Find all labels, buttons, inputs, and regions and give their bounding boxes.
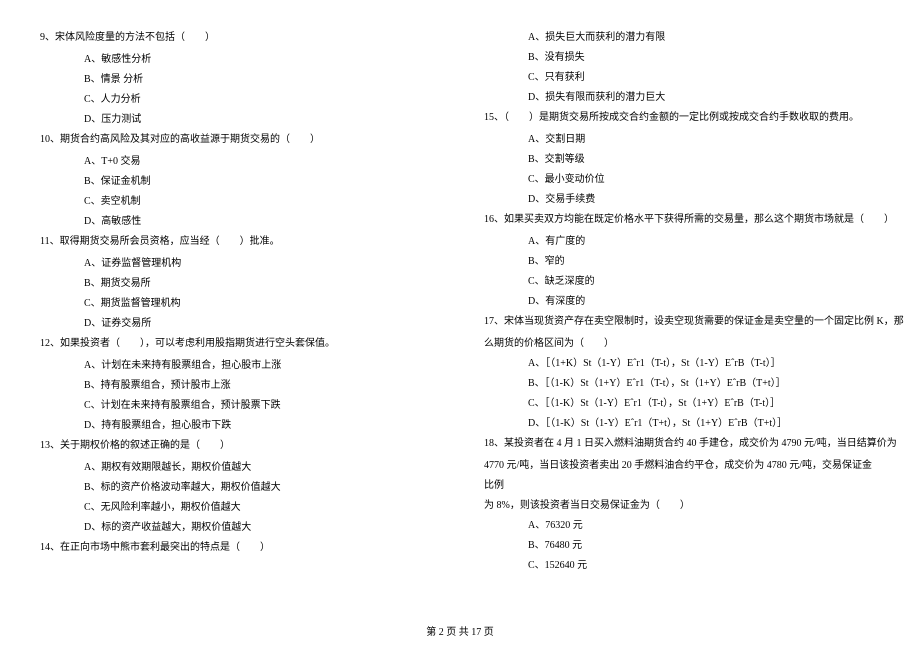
option-text: D、持有股票组合，担心股市下跌 — [40, 416, 436, 436]
option-text: A、计划在未来持有股票组合，担心股市上涨 — [40, 356, 436, 376]
question-text: 10、期货合约高风险及其对应的高收益源于期货交易的（ ） — [40, 130, 436, 150]
option-text: B、标的资产价格波动率越大，期权价值越大 — [40, 478, 436, 498]
option-text: D、标的资产收益越大，期权价值越大 — [40, 518, 436, 538]
option-text: A、有广度的 — [484, 232, 880, 252]
option-text: C、卖空机制 — [40, 192, 436, 212]
option-text: C、计划在未来持有股票组合，预计股票下跌 — [40, 396, 436, 416]
option-text: B、76480 元 — [484, 536, 880, 556]
option-text: D、交易手续费 — [484, 190, 880, 210]
question-text: 11、取得期货交易所会员资格，应当经（ ）批准。 — [40, 232, 436, 252]
question-text: 15、（ ）是期货交易所按成交合约金额的一定比例或按成交合约手数收取的费用。 — [484, 108, 880, 128]
option-text: C、无风险利率越小，期权价值越大 — [40, 498, 436, 518]
option-text: D、高敏感性 — [40, 212, 436, 232]
question-text: 12、如果投资者（ ），可以考虑利用股指期货进行空头套保值。 — [40, 334, 436, 354]
continuation-text: 为 8%，则该投资者当日交易保证金为（ ） — [484, 496, 880, 516]
question-text: 16、如果买卖双方均能在既定价格水平下获得所需的交易量，那么这个期货市场就是（ … — [484, 210, 880, 230]
option-text: B、窄的 — [484, 252, 880, 272]
option-text: B、保证金机制 — [40, 172, 436, 192]
option-text: A、证券监督管理机构 — [40, 254, 436, 274]
option-text: A、［（1+K）St（1-Y）Eˆr1（T-t），St（1-Y）EˆrB（T-t… — [484, 354, 880, 374]
option-text: C、152640 元 — [484, 556, 880, 576]
option-text: C、最小变动价位 — [484, 170, 880, 190]
right-column: A、损失巨大而获利的潜力有限B、没有损失C、只有获利D、损失有限而获利的潜力巨大… — [484, 28, 880, 576]
option-text: C、只有获利 — [484, 68, 880, 88]
option-text: B、［（1-K）St（1+Y）Eˆr1（T-t），St（1+Y）EˆrB（T+t… — [484, 374, 880, 394]
option-text: B、没有损失 — [484, 48, 880, 68]
option-text: D、压力测试 — [40, 110, 436, 130]
option-text: C、人力分析 — [40, 90, 436, 110]
option-text: D、损失有限而获利的潜力巨大 — [484, 88, 880, 108]
option-text: A、交割日期 — [484, 130, 880, 150]
continuation-text: 4770 元/吨，当日该投资者卖出 20 手燃料油合约平仓，成交价为 4780 … — [484, 456, 880, 496]
option-text: C、期货监督管理机构 — [40, 294, 436, 314]
continuation-text: 么期货的价格区间为（ ） — [484, 334, 880, 354]
option-text: B、期货交易所 — [40, 274, 436, 294]
left-column: 9、宋体风险度量的方法不包括（ ）A、敏感性分析B、情景 分析C、人力分析D、压… — [40, 28, 436, 576]
option-text: B、情景 分析 — [40, 70, 436, 90]
option-text: A、期权有效期限越长，期权价值越大 — [40, 458, 436, 478]
option-text: B、持有股票组合，预计股市上涨 — [40, 376, 436, 396]
option-text: A、敏感性分析 — [40, 50, 436, 70]
option-text: A、76320 元 — [484, 516, 880, 536]
option-text: B、交割等级 — [484, 150, 880, 170]
question-text: 18、某投资者在 4 月 1 日买入燃料油期货合约 40 手建仓，成交价为 47… — [484, 434, 880, 454]
option-text: D、［（1-K）St（1-Y）Eˆr1（T+t），St（1+Y）EˆrB（T+t… — [484, 414, 880, 434]
option-text: C、缺乏深度的 — [484, 272, 880, 292]
two-column-layout: 9、宋体风险度量的方法不包括（ ）A、敏感性分析B、情景 分析C、人力分析D、压… — [40, 28, 880, 576]
option-text: A、T+0 交易 — [40, 152, 436, 172]
question-text: 13、关于期权价格的叙述正确的是（ ） — [40, 436, 436, 456]
question-text: 14、在正向市场中熊市套利最突出的特点是（ ） — [40, 538, 436, 558]
option-text: D、有深度的 — [484, 292, 880, 312]
option-text: A、损失巨大而获利的潜力有限 — [484, 28, 880, 48]
question-text: 17、宋体当现货资产存在卖空限制时，设卖空现货需要的保证金是卖空量的一个固定比例… — [484, 312, 880, 332]
option-text: C、［（1-K）St（1-Y）Eˆr1（T-t），St（1+Y）EˆrB（T-t… — [484, 394, 880, 414]
question-text: 9、宋体风险度量的方法不包括（ ） — [40, 28, 436, 48]
option-text: D、证券交易所 — [40, 314, 436, 334]
page-footer: 第 2 页 共 17 页 — [0, 623, 920, 638]
